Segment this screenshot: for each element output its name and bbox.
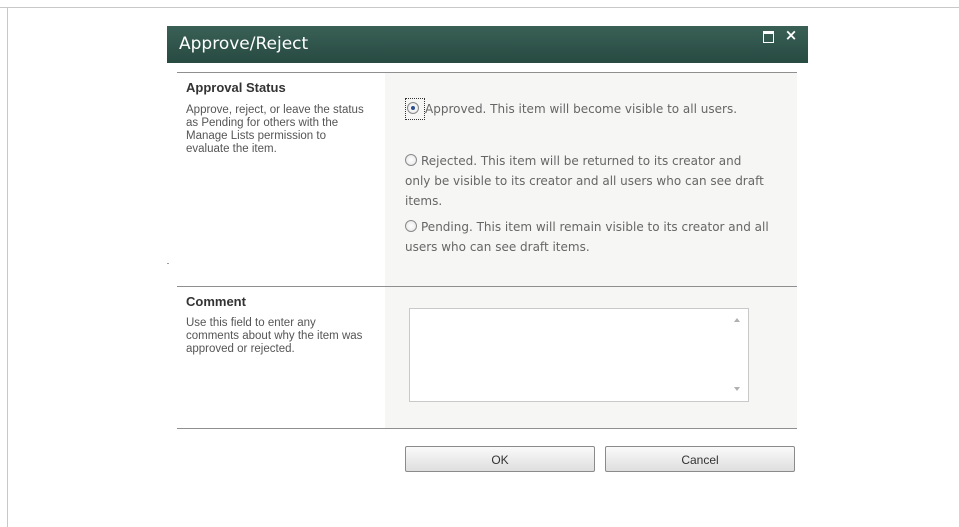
close-icon[interactable]: × [784, 27, 798, 43]
page-frame-top-border [0, 7, 959, 8]
maximize-icon[interactable] [763, 31, 774, 43]
radio-option-approved[interactable]: Approved. This item will become visible … [405, 98, 770, 120]
radio-label-rejected[interactable]: Rejected. This item will be returned to … [405, 154, 764, 208]
comment-section: Comment Use this field to enter any comm… [177, 286, 797, 429]
comment-heading: Comment [186, 294, 246, 309]
approval-status-description: Approve, reject, or leave the status as … [186, 104, 364, 155]
dialog-footer: OK Cancel [177, 428, 797, 477]
comment-description: Use this field to enter any comments abo… [186, 317, 363, 355]
radio-button-pending[interactable] [405, 220, 417, 232]
ok-button[interactable]: OK [405, 446, 595, 472]
approval-status-options: Approved. This item will become visible … [385, 73, 797, 287]
radio-option-rejected[interactable]: Rejected. This item will be returned to … [405, 151, 770, 211]
radio-option-pending[interactable]: Pending. This item will remain visible t… [405, 217, 770, 257]
approval-status-heading: Approval Status [186, 80, 286, 95]
radio-button-rejected[interactable] [405, 154, 417, 166]
radio-button-approved[interactable] [407, 102, 419, 114]
approval-status-section: Approval Status Approve, reject, or leav… [177, 72, 797, 287]
comment-textarea[interactable] [409, 308, 749, 402]
approve-reject-dialog: Approve/Reject × Approval Status Approve… [167, 26, 808, 476]
dialog-title: Approve/Reject [179, 34, 309, 54]
cancel-button[interactable]: Cancel [605, 446, 795, 472]
comment-label-column: Comment Use this field to enter any comm… [177, 287, 385, 429]
page-frame-left-border [7, 7, 8, 527]
radio-label-pending[interactable]: Pending. This item will remain visible t… [405, 220, 769, 254]
radio-focus-outline [405, 98, 425, 120]
radio-label-approved[interactable]: Approved. This item will become visible … [425, 102, 737, 116]
dialog-titlebar: Approve/Reject × [167, 26, 808, 63]
approval-status-label-column: Approval Status Approve, reject, or leav… [177, 73, 385, 287]
comment-input-column [385, 287, 797, 429]
